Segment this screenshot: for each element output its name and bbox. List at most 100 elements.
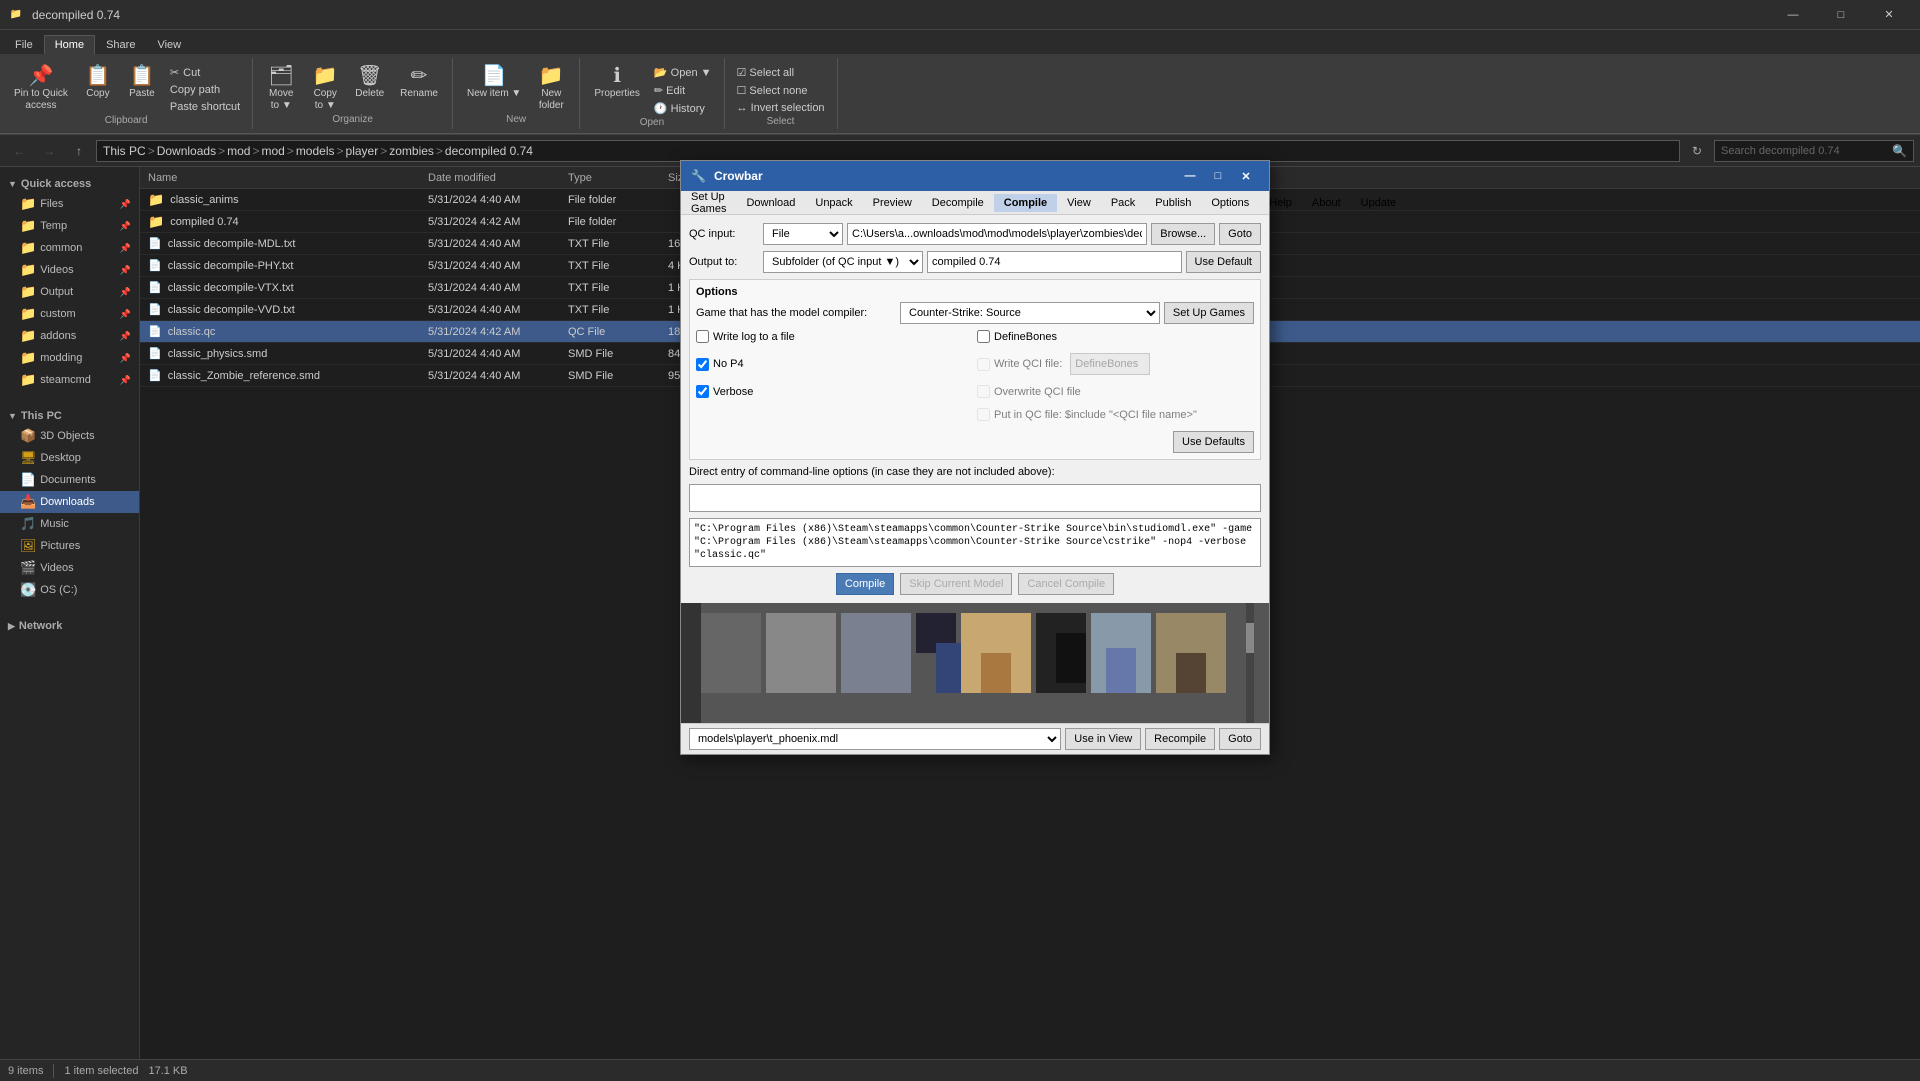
menu-help[interactable]: Help — [1259, 194, 1302, 212]
put-in-qci-checkbox[interactable]: Put in QC file: $include "<QCI file name… — [977, 408, 1197, 421]
maximize-button[interactable]: □ — [1818, 0, 1864, 30]
new-item-button[interactable]: 📄 New item ▼ — [461, 64, 527, 102]
copy-path-button[interactable]: Copy path — [166, 82, 244, 98]
crumb-decompiled[interactable]: decompiled 0.74 — [445, 144, 533, 158]
menu-options[interactable]: Options — [1201, 194, 1259, 212]
tab-file[interactable]: File — [4, 35, 44, 54]
rename-button[interactable]: ✏ Rename — [394, 64, 444, 102]
menu-decompile[interactable]: Decompile — [922, 194, 994, 212]
sidebar-item-documents[interactable]: 📄 Documents — [0, 469, 139, 491]
up-button[interactable]: ↑ — [66, 139, 92, 163]
properties-button[interactable]: ℹ Properties — [588, 64, 646, 102]
setup-games-button[interactable]: Set Up Games — [1164, 302, 1254, 324]
move-to-button[interactable]: 🗂 Moveto ▼ — [261, 64, 301, 114]
verbose-input[interactable] — [696, 385, 709, 398]
define-bones-input[interactable] — [977, 330, 990, 343]
menu-about[interactable]: About — [1302, 194, 1351, 212]
tab-home[interactable]: Home — [44, 35, 95, 54]
sidebar-item-videos2[interactable]: 🎬 Videos — [0, 557, 139, 579]
quick-access-header[interactable]: ▼ Quick access — [0, 175, 139, 193]
sidebar-item-common[interactable]: 📁 common 📌 — [0, 237, 139, 259]
menu-download[interactable]: Download — [736, 194, 805, 212]
forward-button[interactable]: → — [36, 139, 62, 163]
write-qci-checkbox[interactable]: Write QCI file: — [977, 358, 1062, 371]
cut-button[interactable]: ✂ Cut — [166, 64, 244, 81]
qc-input-type-select[interactable]: File — [763, 223, 843, 245]
cancel-compile-button[interactable]: Cancel Compile — [1018, 573, 1114, 595]
crumb-zombies[interactable]: zombies — [389, 144, 434, 158]
sidebar-item-desktop[interactable]: 🖥 Desktop — [0, 447, 139, 469]
use-in-view-button[interactable]: Use in View — [1065, 728, 1141, 750]
qc-goto-button[interactable]: Goto — [1219, 223, 1261, 245]
define-bones-checkbox[interactable]: DefineBones — [977, 330, 1057, 343]
footer-goto-button[interactable]: Goto — [1219, 728, 1261, 750]
menu-setup-games[interactable]: Set Up Games — [681, 188, 736, 218]
output-type-select[interactable]: Subfolder (of QC input ▼) — [763, 251, 923, 273]
sidebar-item-addons[interactable]: 📁 addons 📌 — [0, 325, 139, 347]
paste-button[interactable]: 📋 Paste — [122, 64, 162, 102]
open-button[interactable]: 📂 Open ▼ — [650, 64, 716, 81]
crumb-downloads[interactable]: Downloads — [157, 144, 216, 158]
sidebar-item-modding[interactable]: 📁 modding 📌 — [0, 347, 139, 369]
sidebar-item-videos[interactable]: 📁 Videos 📌 — [0, 259, 139, 281]
qc-browse-button[interactable]: Browse... — [1151, 223, 1215, 245]
menu-unpack[interactable]: Unpack — [805, 194, 862, 212]
sidebar-item-3dobjects[interactable]: 📦 3D Objects — [0, 425, 139, 447]
paste-shortcut-button[interactable]: Paste shortcut — [166, 99, 244, 115]
game-select[interactable]: Counter-Strike: Source — [900, 302, 1160, 324]
select-all-button[interactable]: ☑ Select all — [733, 64, 829, 81]
menu-compile[interactable]: Compile — [994, 194, 1057, 212]
model-select[interactable]: models\player\t_phoenix.mdl — [689, 728, 1061, 750]
compile-button[interactable]: Compile — [836, 573, 894, 595]
select-none-button[interactable]: ☐ Select none — [733, 82, 829, 99]
dialog-minimize[interactable]: — — [1177, 165, 1203, 187]
write-qci-input[interactable] — [977, 358, 990, 371]
sidebar-item-osc[interactable]: 💽 OS (C:) — [0, 579, 139, 601]
menu-publish[interactable]: Publish — [1145, 194, 1201, 212]
tab-view[interactable]: View — [146, 35, 192, 54]
sidebar-item-temp[interactable]: 📁 Temp 📌 — [0, 215, 139, 237]
minimize-button[interactable]: — — [1770, 0, 1816, 30]
new-folder-button[interactable]: 📁 Newfolder — [531, 64, 571, 114]
use-defaults-button[interactable]: Use Defaults — [1173, 431, 1254, 453]
sidebar-item-output[interactable]: 📁 Output 📌 — [0, 281, 139, 303]
address-path[interactable]: This PC > Downloads > mod > mod > models… — [96, 140, 1680, 162]
edit-button[interactable]: ✏ Edit — [650, 82, 716, 99]
refresh-button[interactable]: ↻ — [1684, 139, 1710, 163]
no-p4-checkbox[interactable]: No P4 — [696, 358, 744, 371]
menu-update[interactable]: Update — [1351, 194, 1406, 212]
pin-button[interactable]: 📌 Pin to Quickaccess — [8, 64, 74, 114]
overwrite-qci-checkbox[interactable]: Overwrite QCI file — [977, 385, 1081, 398]
sidebar-item-files[interactable]: 📁 Files 📌 — [0, 193, 139, 215]
copy-to-button[interactable]: 📁 Copyto ▼ — [305, 64, 345, 114]
history-button[interactable]: 🕐 History — [650, 100, 716, 117]
crumb-models[interactable]: models — [296, 144, 335, 158]
sidebar-item-custom[interactable]: 📁 custom 📌 — [0, 303, 139, 325]
recompile-button[interactable]: Recompile — [1145, 728, 1215, 750]
sidebar-item-downloads[interactable]: 📥 Downloads — [0, 491, 139, 513]
menu-pack[interactable]: Pack — [1101, 194, 1145, 212]
crumb-mod2[interactable]: mod — [261, 144, 284, 158]
sidebar-item-pictures[interactable]: 🖼 Pictures — [0, 535, 139, 557]
crumb-player[interactable]: player — [346, 144, 379, 158]
use-default-button[interactable]: Use Default — [1186, 251, 1261, 273]
overwrite-qci-input[interactable] — [977, 385, 990, 398]
verbose-checkbox[interactable]: Verbose — [696, 385, 753, 398]
no-p4-input[interactable] — [696, 358, 709, 371]
col-header-type[interactable]: Type — [560, 167, 660, 188]
invert-selection-button[interactable]: ↔ Invert selection — [733, 100, 829, 116]
write-log-checkbox[interactable]: Write log to a file — [696, 330, 795, 343]
crumb-thispc[interactable]: This PC — [103, 144, 146, 158]
write-log-input[interactable] — [696, 330, 709, 343]
put-in-qci-input[interactable] — [977, 408, 990, 421]
close-button[interactable]: ✕ — [1866, 0, 1912, 30]
sidebar-item-steamcmd[interactable]: 📁 steamcmd 📌 — [0, 369, 139, 391]
menu-view[interactable]: View — [1057, 194, 1101, 212]
search-box[interactable]: Search decompiled 0.74 🔍 — [1714, 140, 1914, 162]
this-pc-header[interactable]: ▼ This PC — [0, 407, 139, 425]
skip-model-button[interactable]: Skip Current Model — [900, 573, 1012, 595]
menu-preview[interactable]: Preview — [863, 194, 922, 212]
dialog-maximize[interactable]: □ — [1205, 165, 1231, 187]
dialog-close[interactable]: ✕ — [1233, 165, 1259, 187]
col-header-date[interactable]: Date modified — [420, 167, 560, 188]
